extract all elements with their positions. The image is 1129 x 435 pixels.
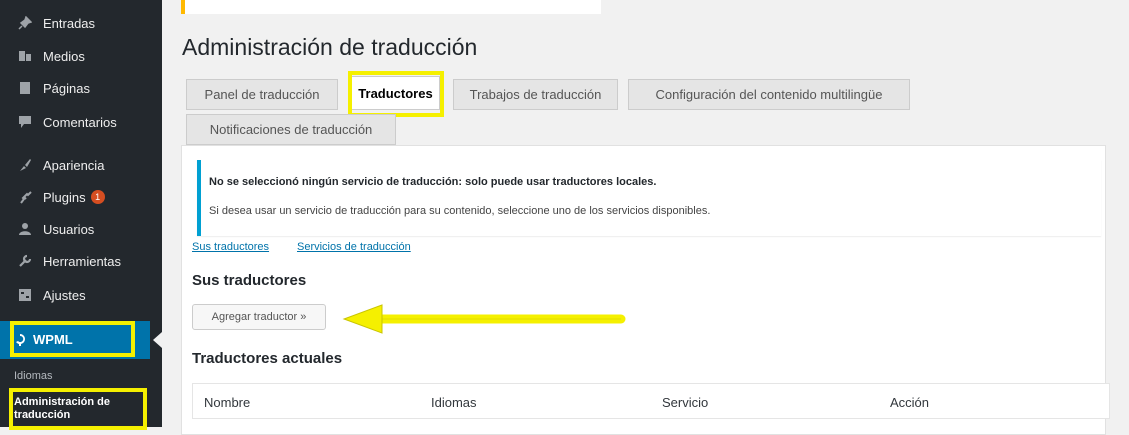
current-translators-title: Traductores actuales <box>192 350 343 367</box>
sidebar-item-label: Medios <box>43 48 85 64</box>
sidebar-item-usuarios[interactable]: Usuarios <box>0 214 162 244</box>
sidebar-item-medios[interactable]: Medios <box>0 41 162 71</box>
sidebar-item-label: Páginas <box>43 80 90 96</box>
column-header-nombre[interactable]: Nombre <box>204 395 250 410</box>
column-header-servicio[interactable]: Servicio <box>662 395 708 410</box>
page-title: Administración de traducción <box>182 34 478 60</box>
highlight-box-submenu <box>9 388 147 430</box>
plug-icon <box>13 190 37 204</box>
sidebar-item-label: Plugins <box>43 189 86 205</box>
settings-icon <box>13 288 37 302</box>
sidebar-item-label: Herramientas <box>43 253 122 269</box>
column-header-idiomas[interactable]: Idiomas <box>431 395 477 410</box>
sidebar-item-label: Comentarios <box>43 114 117 130</box>
tab-trabajos-traduccion[interactable]: Trabajos de traducción <box>453 79 618 110</box>
wrench-icon <box>13 254 37 268</box>
info-notice: No se seleccionó ningún servicio de trad… <box>197 160 1101 236</box>
translators-panel: No se seleccionó ningún servicio de trad… <box>181 145 1110 435</box>
comment-icon <box>13 115 37 129</box>
sidebar-item-label: Apariencia <box>43 157 105 173</box>
sidebar-item-label: Ajustes <box>43 287 86 303</box>
notice-bold-text: No se seleccionó ningún servicio de trad… <box>209 176 657 188</box>
section-title: Sus traductores <box>192 272 307 289</box>
notice-text: Si desea usar un servicio de traducción … <box>209 205 711 217</box>
link-sus-traductores[interactable]: Sus traductores <box>192 241 269 253</box>
users-icon <box>13 222 37 236</box>
highlight-box-tab <box>348 71 444 117</box>
tab-configuracion-multilingue[interactable]: Configuración del contenido multilingüe <box>628 79 910 110</box>
admin-sidebar: Entradas Medios Páginas Comentarios Apar… <box>0 0 162 430</box>
top-notice-bar <box>181 0 601 14</box>
sidebar-item-herramientas[interactable]: Herramientas <box>0 246 162 276</box>
update-count-badge: 1 <box>90 190 105 204</box>
highlight-box-wpml <box>10 321 135 357</box>
sidebar-submenu-idiomas[interactable]: Idiomas <box>14 370 53 382</box>
page-icon <box>13 81 37 95</box>
sidebar-item-ajustes[interactable]: Ajustes <box>0 280 162 310</box>
add-translator-button[interactable]: Agregar traductor » <box>192 304 326 330</box>
column-header-accion[interactable]: Acción <box>890 395 929 410</box>
brush-icon <box>13 158 37 172</box>
current-menu-arrow <box>153 332 162 348</box>
sidebar-item-plugins[interactable]: Plugins 1 <box>0 182 162 212</box>
pin-icon <box>13 16 37 30</box>
main-content: Administración de traducción Panel de tr… <box>162 0 1129 435</box>
sidebar-item-entradas[interactable]: Entradas <box>0 8 162 38</box>
sidebar-item-label: Usuarios <box>43 221 95 237</box>
translators-table-header: Nombre Idiomas Servicio Acción <box>192 383 1110 419</box>
sidebar-item-label: Entradas <box>43 15 96 31</box>
tab-notificaciones-traduccion[interactable]: Notificaciones de traducción <box>186 114 396 145</box>
link-servicios-traduccion[interactable]: Servicios de traducción <box>297 241 411 253</box>
media-icon <box>13 49 37 63</box>
sidebar-item-paginas[interactable]: Páginas <box>0 73 162 103</box>
tab-panel-traduccion[interactable]: Panel de traducción <box>186 79 338 110</box>
sidebar-item-apariencia[interactable]: Apariencia <box>0 150 162 180</box>
sidebar-item-comentarios[interactable]: Comentarios <box>0 107 162 137</box>
arrow-pointer-icon <box>342 304 626 334</box>
